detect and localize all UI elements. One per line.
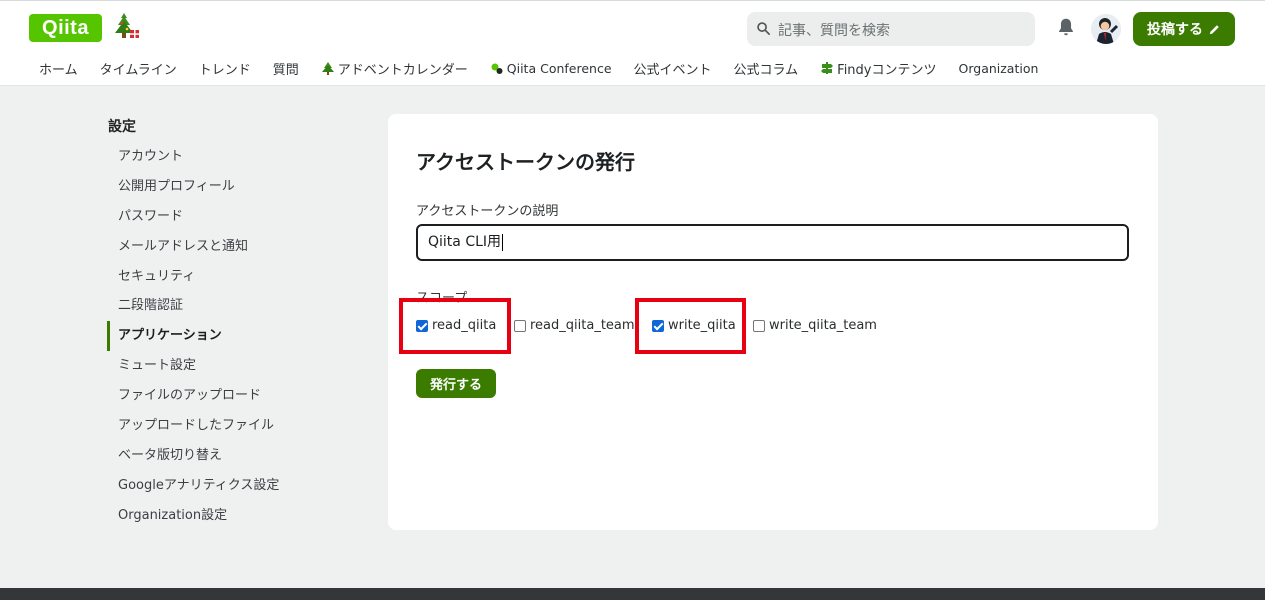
sidebar-item-two-factor[interactable]: 二段階認証 [108, 291, 348, 321]
nav-item-official-events[interactable]: 公式イベント [634, 59, 712, 78]
pencil-icon [1209, 24, 1219, 34]
sidebar-item-organization-settings[interactable]: Organization設定 [108, 501, 348, 531]
sidebar-item-email-notifications[interactable]: メールアドレスと通知 [108, 232, 348, 262]
nav-item-qiita-conference-label: Qiita Conference [506, 60, 612, 76]
nav-item-advent-calendar[interactable]: アドベントカレンダー [321, 59, 468, 78]
global-nav: ホーム タイムライン トレンド 質問 アドベントカレンダー Qiita Conf… [28, 58, 1049, 78]
issue-token-button[interactable]: 発行する [416, 369, 496, 398]
description-label: アクセストークンの説明 [416, 204, 559, 219]
signpost-icon [821, 62, 834, 74]
user-avatar[interactable] [1091, 14, 1121, 44]
sidebar-item-file-upload[interactable]: ファイルのアップロード [108, 381, 348, 411]
avatar-illustration-icon [1091, 14, 1121, 44]
text-caret [502, 233, 504, 251]
post-button[interactable]: 投稿する [1133, 12, 1235, 46]
nav-item-qiita-conference[interactable]: Qiita Conference [490, 61, 612, 76]
sidebar-title: 設定 [108, 119, 136, 135]
sidebar-item-mute-settings[interactable]: ミュート設定 [108, 351, 348, 381]
sidebar-item-uploaded-files[interactable]: アップロードしたファイル [108, 411, 348, 441]
sidebar-item-google-analytics[interactable]: Googleアナリティクス設定 [108, 471, 348, 501]
search-icon [757, 22, 770, 35]
sidebar-item-account[interactable]: アカウント [108, 142, 348, 172]
nav-item-official-column[interactable]: 公式コラム [734, 59, 799, 78]
site-header: Qiita 記事、質問を検索 投稿する ホーム タイムライン トレンド 質問 ア… [0, 0, 1265, 86]
highlight-box-read-qiita [399, 298, 511, 354]
qiita-conference-icon [491, 63, 503, 74]
scope-write-qiita-team[interactable]: write_qiita_team [753, 318, 877, 333]
sidebar-item-beta-toggle[interactable]: ベータ版切り替え [108, 441, 348, 471]
site-footer [0, 588, 1265, 600]
nav-item-trend[interactable]: トレンド [199, 59, 251, 78]
nav-item-organization[interactable]: Organization [959, 61, 1039, 76]
sidebar-item-public-profile[interactable]: 公開用プロフィール [108, 172, 348, 202]
nav-item-timeline[interactable]: タイムライン [100, 59, 177, 78]
christmas-tree-icon [321, 62, 334, 75]
description-input-value: Qiita CLI用 [428, 234, 502, 250]
scope-read-qiita-team[interactable]: read_qiita_team [514, 318, 635, 333]
nav-item-findy-label: Findyコンテンツ [837, 62, 937, 78]
scope-write-qiita-team-label: write_qiita_team [769, 318, 877, 333]
post-button-label: 投稿する [1147, 22, 1203, 38]
nav-item-home[interactable]: ホーム [39, 59, 78, 78]
sidebar-item-security[interactable]: セキュリティ [108, 262, 348, 292]
sidebar-item-applications[interactable]: アプリケーション [107, 321, 348, 352]
nav-item-questions[interactable]: 質問 [273, 59, 299, 78]
settings-sidebar: 設定 アカウント 公開用プロフィール パスワード メールアドレスと通知 セキュリ… [107, 110, 348, 531]
scope-read-qiita-team-checkbox[interactable] [514, 319, 526, 332]
scope-write-qiita-team-checkbox[interactable] [753, 319, 765, 332]
qiita-logo[interactable]: Qiita [29, 14, 102, 42]
sidebar-menu: アカウント 公開用プロフィール パスワード メールアドレスと通知 セキュリティ … [107, 142, 348, 531]
notification-bell-icon[interactable] [1055, 16, 1077, 38]
highlight-box-write-qiita [635, 298, 746, 354]
scope-read-qiita-team-label: read_qiita_team [530, 318, 635, 333]
description-input[interactable]: Qiita CLI用 [416, 224, 1129, 261]
nav-item-findy[interactable]: Findyコンテンツ [820, 59, 937, 78]
page-title: アクセストークンの発行 [416, 150, 635, 174]
search-placeholder: 記事、質問を検索 [778, 23, 890, 39]
nav-item-advent-calendar-label: アドベントカレンダー [337, 62, 468, 78]
token-form-card: アクセストークンの発行 アクセストークンの説明 Qiita CLI用 スコープ … [388, 114, 1158, 530]
sidebar-item-password[interactable]: パスワード [108, 202, 348, 232]
search-box[interactable]: 記事、質問を検索 [747, 12, 1035, 46]
christmas-tree-icon [115, 13, 139, 38]
